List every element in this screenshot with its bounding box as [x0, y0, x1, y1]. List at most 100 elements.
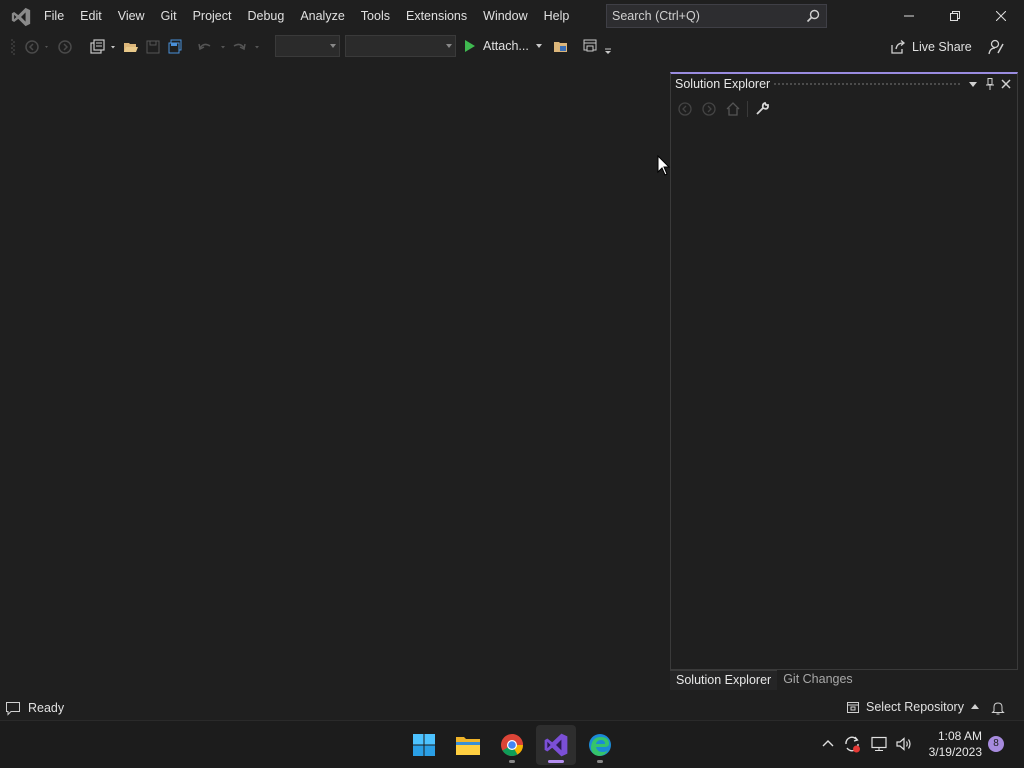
redo-button[interactable]: [230, 38, 264, 56]
feedback-button[interactable]: [986, 38, 1006, 56]
browse-folder-button[interactable]: [552, 38, 570, 56]
clock-time: 1:08 AM: [937, 729, 982, 743]
wrench-icon: [756, 101, 769, 115]
back-button[interactable]: [675, 99, 695, 119]
new-project-icon: [90, 39, 115, 54]
visual-studio-icon: [544, 733, 568, 757]
toolbar-grip[interactable]: [10, 38, 16, 56]
volume-icon[interactable]: [895, 736, 913, 752]
chrome-icon: [501, 734, 523, 756]
visual-studio-logo-icon[interactable]: [10, 6, 32, 28]
close-window-button[interactable]: [978, 0, 1024, 32]
running-indicator: [509, 760, 515, 763]
sync-status-icon[interactable]: [843, 735, 861, 753]
menu-project[interactable]: Project: [185, 0, 240, 32]
select-repository-label: Select Repository: [866, 700, 964, 714]
menu-edit[interactable]: Edit: [72, 0, 110, 32]
live-share-icon: [891, 40, 906, 54]
panel-tabs: Solution Explorer Git Changes: [670, 670, 1018, 690]
taskbar-edge[interactable]: [580, 725, 620, 765]
menu-help[interactable]: Help: [536, 0, 578, 32]
search-input[interactable]: Search (Ctrl+Q): [606, 4, 827, 28]
save-all-icon: [168, 39, 182, 54]
chevron-up-icon[interactable]: [821, 737, 835, 751]
status-bar: Ready Select Repository: [0, 696, 1024, 720]
forward-circle-icon: [702, 102, 716, 116]
solution-explorer-toolbar: [675, 98, 772, 120]
status-text: Ready: [28, 701, 65, 715]
search-placeholder: Search (Ctrl+Q): [612, 9, 700, 23]
chevron-down-icon: [446, 44, 452, 48]
notifications-bell-icon[interactable]: [990, 700, 1006, 716]
menu-file[interactable]: File: [36, 0, 72, 32]
save-icon: [146, 40, 160, 54]
menu-git[interactable]: Git: [153, 0, 185, 32]
undo-button[interactable]: [196, 38, 230, 56]
menu-window[interactable]: Window: [475, 0, 535, 32]
edge-icon: [589, 734, 611, 756]
system-clock[interactable]: 1:08 AM 3/19/2023: [920, 728, 982, 760]
open-file-button[interactable]: [122, 38, 140, 56]
minimize-button[interactable]: [886, 0, 932, 32]
attach-button[interactable]: Attach...: [462, 36, 545, 56]
solution-platforms-dropdown[interactable]: [345, 35, 456, 57]
window-position-button[interactable]: [965, 76, 981, 92]
open-folder-icon: [124, 43, 138, 52]
panel-drag-grip[interactable]: [773, 82, 961, 87]
restore-icon: [950, 11, 960, 21]
output-message-icon[interactable]: [5, 700, 21, 716]
pin-icon: [986, 78, 994, 90]
menu-debug[interactable]: Debug: [239, 0, 292, 32]
toolbar-overflow-button[interactable]: [582, 38, 614, 56]
tab-git-changes[interactable]: Git Changes: [777, 670, 858, 690]
attach-label: Attach...: [483, 39, 529, 53]
title-bar: File Edit View Git Project Debug Analyze…: [0, 0, 1024, 32]
menu-bar: File Edit View Git Project Debug Analyze…: [36, 0, 577, 32]
menu-analyze[interactable]: Analyze: [292, 0, 352, 32]
chevron-up-icon: [970, 704, 979, 709]
mouse-cursor-icon: [657, 155, 671, 176]
taskbar-visual-studio[interactable]: [536, 725, 576, 765]
select-repository-button[interactable]: Select Repository: [846, 700, 980, 714]
tab-solution-explorer[interactable]: Solution Explorer: [670, 670, 778, 690]
undo-icon: [198, 43, 225, 51]
save-button[interactable]: [144, 38, 162, 56]
menu-view[interactable]: View: [110, 0, 153, 32]
live-share-label: Live Share: [912, 40, 972, 54]
redo-icon: [233, 43, 259, 51]
chevron-down-icon: [969, 82, 977, 87]
taskbar-chrome[interactable]: [492, 725, 532, 765]
panel-title: Solution Explorer: [675, 77, 771, 91]
navigate-forward-button[interactable]: [56, 38, 74, 56]
taskbar-file-explorer[interactable]: [448, 725, 488, 765]
properties-button[interactable]: [752, 99, 772, 119]
back-circle-icon: [678, 102, 692, 116]
windows-start-icon: [413, 734, 435, 756]
network-icon[interactable]: [871, 736, 889, 752]
navigate-backward-button[interactable]: [22, 38, 52, 56]
folder-browse-icon: [554, 42, 567, 52]
chevron-down-icon: [535, 44, 542, 48]
notification-count-badge[interactable]: 8: [988, 736, 1004, 752]
feedback-person-icon: [988, 39, 1004, 55]
window-layout-icon: [583, 39, 611, 54]
repository-icon: [847, 702, 859, 713]
solution-explorer-panel: Solution Explorer: [670, 72, 1018, 670]
forward-button[interactable]: [699, 99, 719, 119]
start-button[interactable]: [404, 725, 444, 765]
close-panel-button[interactable]: [998, 76, 1014, 92]
auto-hide-button[interactable]: [982, 76, 998, 92]
solution-configurations-dropdown[interactable]: [275, 35, 340, 57]
solution-explorer-header[interactable]: Solution Explorer: [671, 74, 1017, 94]
close-icon: [1001, 79, 1011, 89]
menu-extensions[interactable]: Extensions: [398, 0, 475, 32]
home-icon: [726, 102, 740, 116]
live-share-button[interactable]: Live Share: [890, 36, 972, 58]
save-all-button[interactable]: [166, 38, 184, 56]
running-indicator: [597, 760, 603, 763]
clock-date: 3/19/2023: [928, 745, 982, 759]
restore-button[interactable]: [932, 0, 978, 32]
home-button[interactable]: [723, 99, 743, 119]
menu-tools[interactable]: Tools: [353, 0, 398, 32]
new-project-button[interactable]: [88, 38, 118, 56]
